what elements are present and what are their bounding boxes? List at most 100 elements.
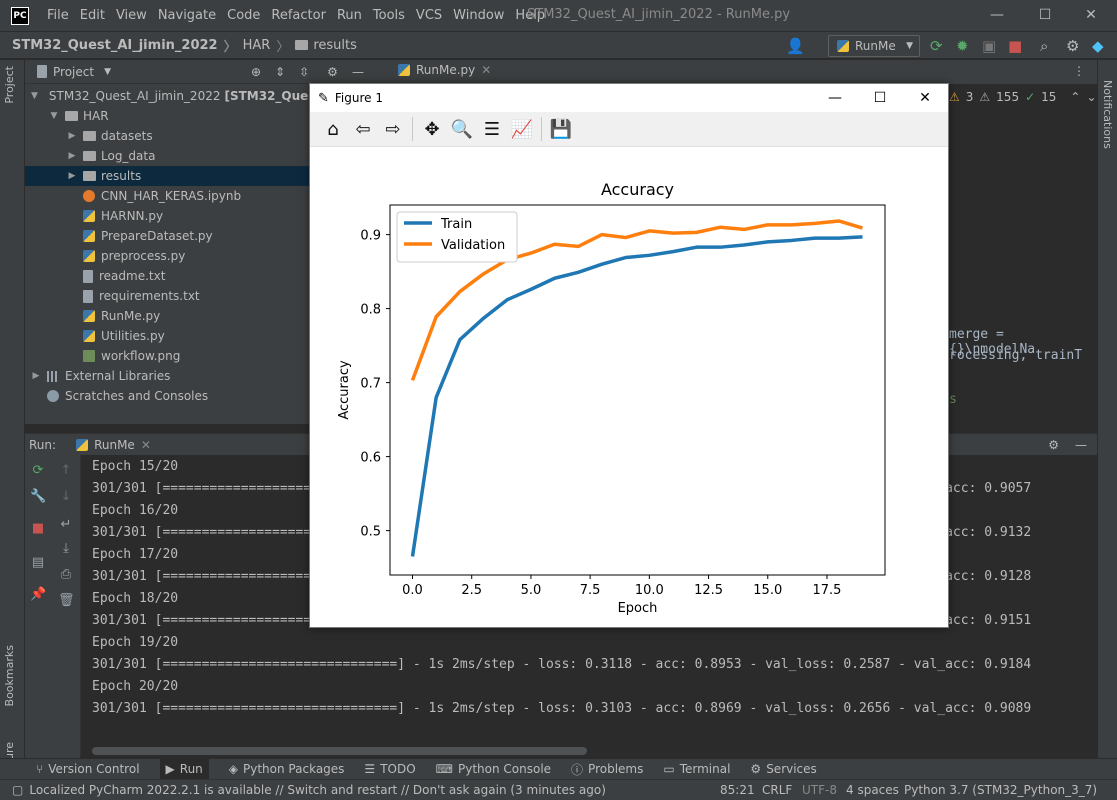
tool-window-version-control[interactable]: ⑂ Version Control <box>36 762 140 776</box>
breadcrumb-har[interactable]: HAR 〉 <box>243 36 290 55</box>
soft-wrap-icon[interactable]: ↵ <box>58 517 74 533</box>
status-message[interactable]: Localized PyCharm 2022.2.1 is available … <box>29 783 606 797</box>
trash-icon[interactable]: 🗑 <box>58 593 75 609</box>
tree-item[interactable]: readme.txt <box>25 266 309 286</box>
scroll-to-end-icon[interactable]: ⤓ <box>58 541 74 557</box>
tree-item[interactable]: PrepareDataset.py <box>25 226 309 246</box>
chevron-down-icon[interactable]: ▼ <box>49 111 59 121</box>
tree-item[interactable]: HARNN.py <box>25 206 309 226</box>
tree-item[interactable]: RunMe.py <box>25 306 309 326</box>
maximize-icon[interactable]: ☐ <box>1025 4 1065 26</box>
tool-window-services[interactable]: ⚙ Services <box>750 762 816 776</box>
search-icon[interactable]: ⌕ <box>1040 37 1048 55</box>
minimize-icon[interactable]: — <box>815 88 855 108</box>
chevron-down-icon[interactable]: ▼ <box>104 67 111 77</box>
line-separator[interactable]: CRLF <box>762 783 792 797</box>
close-tab-icon[interactable]: ✕ <box>141 438 151 452</box>
gear-icon[interactable]: ⚙ <box>1048 438 1059 452</box>
menu-tools[interactable]: Tools <box>373 8 405 23</box>
collapse-all-icon[interactable]: ⇳ <box>299 65 309 79</box>
menu-navigate[interactable]: Navigate <box>158 8 216 23</box>
chevron-right-icon[interactable]: ▶ <box>31 371 41 381</box>
menu-vcs[interactable]: VCS <box>416 8 442 23</box>
stop-icon[interactable]: ■ <box>1008 37 1022 55</box>
edit-axes-icon[interactable]: 📈 <box>507 116 537 142</box>
back-arrow-icon[interactable]: ⇦ <box>348 116 378 142</box>
chevron-right-icon[interactable]: ▶ <box>67 171 77 181</box>
inspection-widget[interactable]: ⚠ 3 ⚠ 155 ✓ 15 ⌃ ⌄ <box>949 90 1097 104</box>
menu-edit[interactable]: Edit <box>80 8 105 23</box>
close-icon[interactable]: ✕ <box>1071 4 1111 26</box>
run-tab-runme[interactable]: RunMe ✕ <box>76 438 151 452</box>
tree-item[interactable]: CNN_HAR_KERAS.ipynb <box>25 186 309 206</box>
caret-position[interactable]: 85:21 <box>720 783 755 797</box>
layout-icon[interactable]: ▤ <box>30 555 46 571</box>
rerun-icon[interactable]: ⟳ <box>30 463 46 479</box>
breadcrumb-results[interactable]: results <box>295 38 357 53</box>
wrench-icon[interactable]: 🔧 <box>30 489 46 505</box>
tool-window-terminal[interactable]: ▭ Terminal <box>663 762 730 776</box>
bookmarks-tool-tab[interactable]: Bookmarks <box>3 645 16 706</box>
down-arrow-icon[interactable]: ↓ <box>58 489 74 505</box>
print-icon[interactable]: ⎙ <box>58 567 74 583</box>
tree-item[interactable]: ▼ HAR <box>25 106 309 126</box>
file-encoding[interactable]: UTF-8 <box>802 783 837 797</box>
project-tool-tab[interactable]: Project <box>3 66 16 104</box>
subplots-icon[interactable]: ☰ <box>477 116 507 142</box>
menu-window[interactable]: Window <box>453 8 504 23</box>
home-icon[interactable]: ⌂ <box>318 116 348 142</box>
menu-file[interactable]: File <box>47 8 69 23</box>
notifications-tool-tab[interactable]: Notifications <box>1101 80 1114 149</box>
maximize-icon[interactable]: ☐ <box>860 88 900 108</box>
menu-code[interactable]: Code <box>227 8 260 23</box>
gear-icon[interactable]: ⚙ <box>327 65 338 79</box>
save-icon[interactable]: 💾 <box>546 116 576 142</box>
locate-icon[interactable]: ⊕ <box>251 65 261 79</box>
user-icon[interactable]: 👤 <box>786 37 805 55</box>
zoom-icon[interactable]: 🔍 <box>447 116 477 142</box>
up-arrow-icon[interactable]: ↑ <box>58 463 74 479</box>
menu-view[interactable]: View <box>116 8 147 23</box>
close-tab-icon[interactable]: ✕ <box>481 63 491 77</box>
minimize-icon[interactable]: — <box>977 4 1017 26</box>
tool-window-problems[interactable]: ⓘ Problems <box>571 761 643 778</box>
tool-window-todo[interactable]: ☰ TODO <box>364 762 415 776</box>
tree-item[interactable]: Scratches and Consoles <box>25 386 309 406</box>
tab-runme-py[interactable]: RunMe.py ✕ <box>398 63 491 77</box>
tree-item[interactable]: ▶ External Libraries <box>25 366 309 386</box>
coverage-icon[interactable]: ▣ <box>982 37 996 55</box>
debug-icon[interactable]: ✹ <box>956 37 969 55</box>
tree-item[interactable]: preprocess.py <box>25 246 309 266</box>
expand-all-icon[interactable]: ⇕ <box>275 65 285 79</box>
python-interpreter[interactable]: Python 3.7 (STM32_Python_3_7) <box>904 783 1097 797</box>
pin-icon[interactable]: 📌 <box>30 587 46 603</box>
forward-arrow-icon[interactable]: ⇨ <box>378 116 408 142</box>
pan-icon[interactable]: ✥ <box>417 116 447 142</box>
close-icon[interactable]: ✕ <box>905 88 945 108</box>
tree-item[interactable]: ▶ datasets <box>25 126 309 146</box>
rerun-icon[interactable]: ⟳ <box>930 37 943 55</box>
menu-refactor[interactable]: Refactor <box>271 8 326 23</box>
tree-item[interactable]: ▶ Log_data <box>25 146 309 166</box>
tree-item[interactable]: workflow.png <box>25 346 309 366</box>
breadcrumb-project[interactable]: STM32_Quest_AI_jimin_2022 〉 <box>12 36 237 55</box>
tool-window-python-console[interactable]: ⌨ Python Console <box>436 762 551 776</box>
indent-setting[interactable]: 4 spaces <box>846 783 899 797</box>
tool-window-run[interactable]: ▶ Run <box>159 758 209 780</box>
project-view-label[interactable]: Project <box>53 65 94 79</box>
hide-icon[interactable]: — <box>352 65 364 79</box>
chevron-right-icon[interactable]: ▶ <box>67 131 77 141</box>
plugin-icon[interactable]: ◆ <box>1092 37 1104 55</box>
tree-item[interactable]: ▶ results <box>25 166 309 186</box>
stop-icon[interactable]: ■ <box>30 521 46 537</box>
tool-window-python-packages[interactable]: ◈ Python Packages <box>229 762 345 776</box>
tree-item[interactable]: requirements.txt <box>25 286 309 306</box>
horizontal-scrollbar[interactable] <box>92 747 587 755</box>
gear-icon[interactable]: ⚙ <box>1066 37 1079 55</box>
chevron-down-icon[interactable]: ▼ <box>31 91 38 101</box>
tree-item[interactable]: ▼ STM32_Quest_AI_jimin_2022 [STM32_Quest <box>25 86 321 106</box>
tree-item[interactable]: Utilities.py <box>25 326 309 346</box>
run-config-selector[interactable]: RunMe ▼ <box>828 35 920 57</box>
more-icon[interactable]: ⋮ <box>1073 64 1085 78</box>
hide-icon[interactable]: — <box>1075 438 1087 452</box>
